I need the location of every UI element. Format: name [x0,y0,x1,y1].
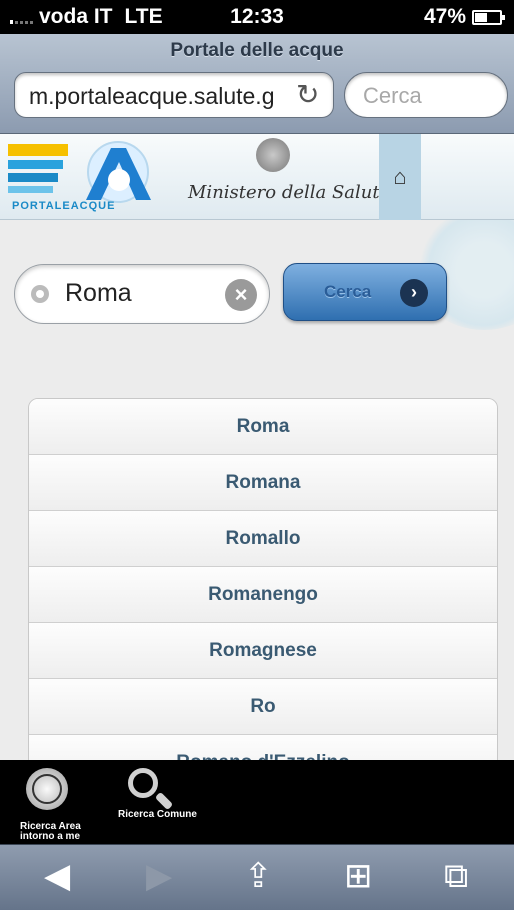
list-item[interactable]: Romano d'Ezzelino [29,735,497,760]
bookmarks-icon[interactable]: ⊞ [344,859,373,893]
magnifier-icon [128,768,158,798]
list-item[interactable]: Ro [29,679,497,735]
comune-search-label: Ricerca Comune [118,809,197,820]
home-button[interactable]: ⌂ [379,134,421,220]
back-icon[interactable]: ◀ [44,859,70,893]
reload-icon[interactable]: ↻ [296,78,319,111]
comune-search-button[interactable]: Ricerca Comune [118,768,198,820]
browser-chrome: Portale delle acque m.portaleacque.salut… [0,34,514,134]
search-icon [31,285,49,303]
ministry-name: Ministero della Salute [188,182,391,203]
page-title: Portale delle acque [170,40,344,61]
share-icon[interactable]: ⇪ [244,859,273,893]
search-button-label: Cerca [324,282,372,301]
browser-search-field[interactable]: Cerca [344,72,508,118]
app-toolbar: Ricerca Area intorno a me Ricerca Comune [0,760,514,844]
area-search-label: Ricerca Area intorno a me [20,821,81,842]
globe-icon [26,768,68,810]
list-item[interactable]: Roma [29,399,497,455]
battery-icon [472,9,505,25]
area-search-button[interactable]: Ricerca Area intorno a me [20,768,100,842]
tabs-icon[interactable]: ⧉ [444,859,468,893]
search-input[interactable]: Roma × [14,264,270,324]
chevron-right-icon: › [400,279,428,307]
clear-icon[interactable]: × [225,279,257,311]
forward-icon[interactable]: ▶ [146,859,172,893]
logo-text: PORTALEACQUE [12,200,116,212]
search-input-value: Roma [65,279,132,307]
search-button[interactable]: Cerca › [283,263,447,321]
status-bar: voda IT LTE 12:33 47% [0,0,514,34]
url-field[interactable]: m.portaleacque.salute.g [14,72,334,118]
list-item[interactable]: Romallo [29,511,497,567]
battery-percent: 47% [423,5,466,28]
browser-toolbar: ◀ ▶ ⇪ ⊞ ⧉ [0,844,514,910]
list-item[interactable]: Romanengo [29,567,497,623]
site-header: PORTALEACQUE Ministero della Salute ⌂ [0,134,514,220]
list-item[interactable]: Romana [29,455,497,511]
list-item[interactable]: Romagnese [29,623,497,679]
main-content: Roma × Cerca › Roma Romana Romallo Roman… [0,220,514,760]
results-list: Roma Romana Romallo Romanengo Romagnese … [28,398,498,760]
home-icon: ⌂ [393,164,407,189]
republic-emblem-icon [256,138,290,172]
